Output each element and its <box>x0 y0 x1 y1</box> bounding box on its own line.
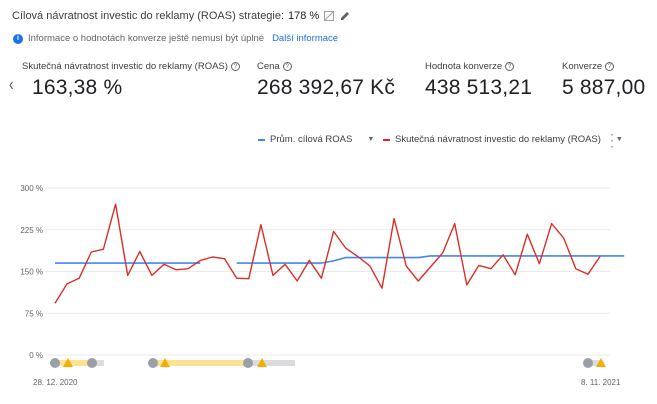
x-axis-start-date: 28. 12. 2020 <box>33 378 78 387</box>
metric-value: 268 392,67 Kč <box>257 76 396 99</box>
info-icon: i <box>13 33 23 44</box>
more-vert-icon[interactable]: · · · <box>610 128 614 152</box>
metric-label: Konverze <box>562 61 603 72</box>
legend-label: Skutečná návratnost investic do reklamy … <box>395 134 601 145</box>
event-marker-icon <box>243 358 253 368</box>
help-icon[interactable]: ? <box>505 62 515 71</box>
event-marker-icon <box>87 358 97 368</box>
legend-swatch <box>383 138 390 141</box>
legend-label: Prům. cílová ROAS <box>270 134 353 145</box>
event-marker-icon <box>583 358 593 368</box>
metric-cost[interactable]: Cena ? 268 392,67 Kč <box>257 61 395 100</box>
event-marker-icon <box>148 358 158 368</box>
strategy-title: Cílová návratnost investic do reklamy (R… <box>12 10 285 22</box>
y-tick-label: 300 % <box>20 184 43 193</box>
y-tick-label: 225 % <box>20 226 43 235</box>
help-icon[interactable]: ? <box>605 62 615 71</box>
dropdown-caret-icon: ▼ <box>615 136 623 143</box>
metric-roas[interactable]: Skutečná návratnost investic do reklamy … <box>22 61 240 100</box>
y-tick-label: 0 % <box>29 351 43 360</box>
metric-conversion-value[interactable]: Hodnota konverze ? 438 513,21 <box>425 61 532 100</box>
y-tick-label: 150 % <box>20 268 43 277</box>
legend-swatch <box>258 138 265 141</box>
metric-label: Hodnota konverze <box>425 61 503 72</box>
info-text: Informace o hodnotách konverze ještě nem… <box>28 33 265 44</box>
target-roas-value: 178 % <box>288 10 320 22</box>
dropdown-caret-icon: ▼ <box>367 136 375 143</box>
metric-value: 438 513,21 <box>425 76 533 99</box>
info-banner: i Informace o hodnotách konverze ještě n… <box>13 33 338 44</box>
metric-conversions[interactable]: Konverze ? 5 887,00 <box>562 61 645 100</box>
chevron-left-icon[interactable]: ‹ <box>9 74 14 95</box>
roas-line-chart: 300 % 225 % 150 % 75 % 0 % <box>20 184 625 368</box>
metric-label: Cena <box>257 61 280 72</box>
chart-settings-icon[interactable] <box>323 10 335 22</box>
actual-roas-line <box>54 203 601 304</box>
strategy-header: Cílová návratnost investic do reklamy (R… <box>12 8 351 24</box>
x-axis-end-date: 8. 11. 2021 <box>581 378 621 387</box>
event-marker-icon <box>50 358 60 368</box>
metric-label: Skutečná návratnost investic do reklamy … <box>22 61 228 72</box>
timeline-range <box>248 360 295 366</box>
edit-icon[interactable] <box>339 10 351 22</box>
legend-series-2-dropdown[interactable]: Skutečná návratnost investic do reklamy … <box>383 134 623 145</box>
target-roas-line <box>236 255 625 264</box>
help-icon[interactable]: ? <box>282 62 292 71</box>
metric-value: 163,38 % <box>32 76 123 99</box>
metric-value: 5 887,00 <box>562 76 646 99</box>
y-tick-label: 75 % <box>25 309 43 318</box>
help-icon[interactable]: ? <box>230 62 240 71</box>
learn-more-link[interactable]: Další informace <box>272 33 338 44</box>
legend-series-1-dropdown[interactable]: Prům. cílová ROAS ▼ <box>258 134 374 145</box>
